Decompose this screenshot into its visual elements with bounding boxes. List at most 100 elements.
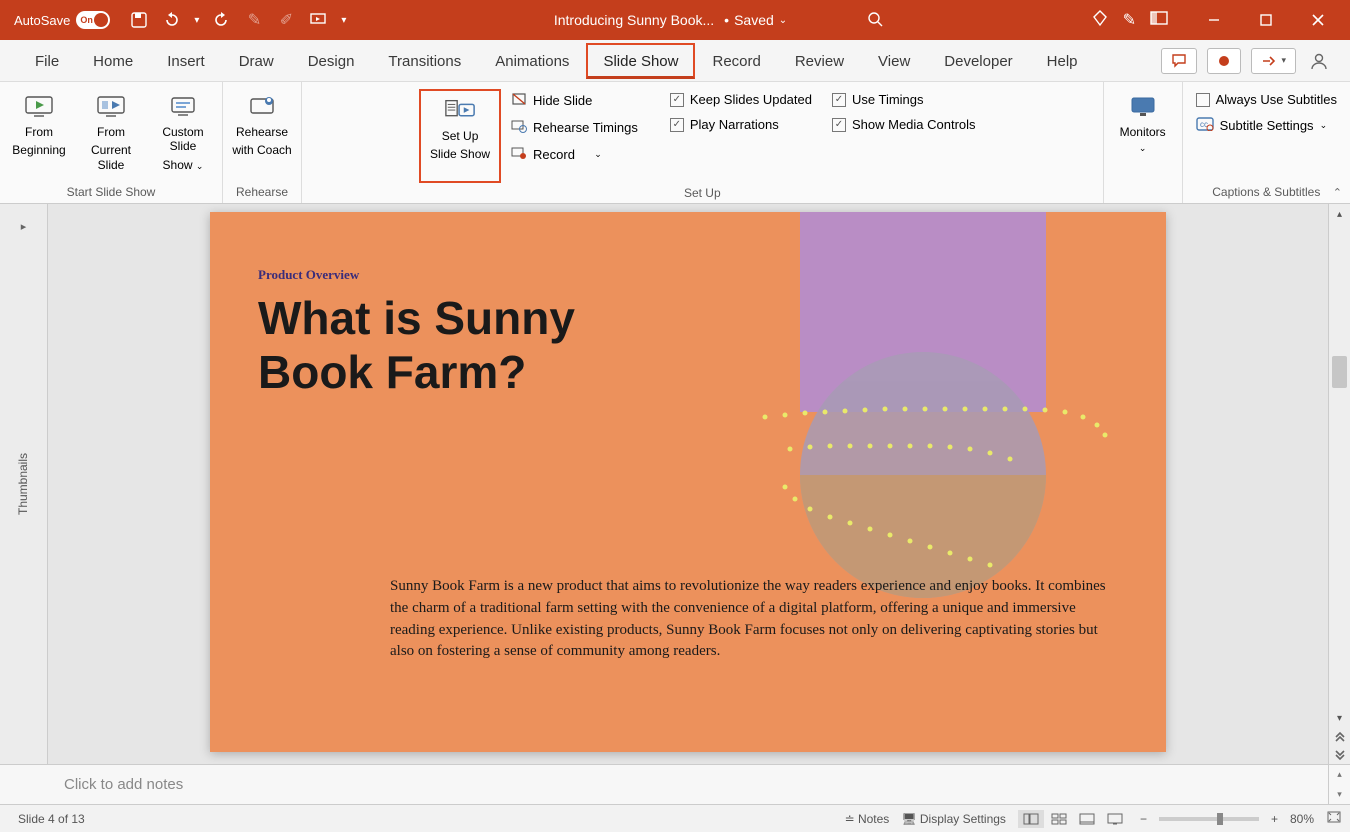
sorter-view-icon[interactable] xyxy=(1046,810,1072,828)
tab-view[interactable]: View xyxy=(861,43,927,79)
comments-button[interactable] xyxy=(1161,48,1197,74)
highlighter-icon[interactable]: ✐ xyxy=(277,11,295,29)
clock-icon xyxy=(511,119,527,136)
search-icon[interactable] xyxy=(867,11,883,30)
setup-slideshow-button[interactable]: Set UpSlide Show xyxy=(419,89,501,183)
custom-slideshow-button[interactable]: Custom SlideShow ⌄ xyxy=(147,89,219,176)
tab-review[interactable]: Review xyxy=(778,43,861,79)
redo-icon[interactable] xyxy=(213,11,231,29)
from-current-button[interactable]: FromCurrent Slide xyxy=(75,89,147,176)
use-timings-checkbox[interactable]: Use Timings xyxy=(828,89,980,110)
maximize-button[interactable] xyxy=(1244,0,1288,40)
account-icon[interactable] xyxy=(1306,48,1332,74)
save-icon[interactable] xyxy=(130,11,148,29)
hide-slide-icon xyxy=(511,92,527,109)
slide-canvas[interactable]: Product Overview What is SunnyBook Farm?… xyxy=(210,212,1166,752)
collapse-ribbon-icon[interactable]: ⌃ xyxy=(1333,186,1342,199)
chevron-down-icon: ⌄ xyxy=(196,161,204,171)
close-button[interactable] xyxy=(1296,0,1340,40)
undo-icon[interactable] xyxy=(162,11,180,29)
monitor-icon xyxy=(1127,93,1159,121)
tab-transitions[interactable]: Transitions xyxy=(371,43,478,79)
thumbnails-label: Thumbnails xyxy=(17,453,31,515)
present-icon[interactable] xyxy=(309,11,327,29)
next-slide-icon[interactable] xyxy=(1329,746,1350,764)
record-button[interactable] xyxy=(1207,48,1241,74)
from-beginning-button[interactable]: FromBeginning xyxy=(3,89,75,162)
thumbnails-pane[interactable]: ▸ Thumbnails xyxy=(0,204,48,764)
tab-draw[interactable]: Draw xyxy=(222,43,291,79)
notes-scrollbar[interactable]: ▴▾ xyxy=(1328,765,1350,804)
minimize-button[interactable] xyxy=(1192,0,1236,40)
tab-animations[interactable]: Animations xyxy=(478,43,586,79)
hide-slide-button[interactable]: Hide Slide xyxy=(507,89,642,112)
prev-slide-icon[interactable] xyxy=(1329,728,1350,746)
play-start-icon xyxy=(23,93,55,121)
tab-slide-show[interactable]: Slide Show xyxy=(586,43,695,79)
always-subtitles-checkbox[interactable]: Always Use Subtitles xyxy=(1192,89,1341,110)
rehearse-timings-button[interactable]: Rehearse Timings xyxy=(507,116,642,139)
window-mode-icon[interactable] xyxy=(1150,11,1168,30)
status-bar: Slide 4 of 13 ≐ Notes 🖥 Display Settings… xyxy=(0,804,1350,832)
notes-placeholder: Click to add notes xyxy=(0,776,183,793)
share-button[interactable]: ▾ xyxy=(1251,48,1296,74)
slide-title: What is SunnyBook Farm? xyxy=(258,292,575,400)
group-start-label: Start Slide Show xyxy=(67,182,156,203)
scroll-thumb[interactable] xyxy=(1332,356,1347,388)
fit-window-icon[interactable] xyxy=(1326,810,1342,827)
vertical-scrollbar[interactable]: ▴ ▾ xyxy=(1328,204,1350,764)
chevron-down-icon: ⌄ xyxy=(1139,143,1147,154)
show-media-checkbox[interactable]: Show Media Controls xyxy=(828,114,980,135)
slide-subtitle: Product Overview xyxy=(258,267,359,283)
play-narrations-checkbox[interactable]: Play Narrations xyxy=(666,114,816,135)
chevron-down-icon: ⌄ xyxy=(594,149,602,160)
normal-view-icon[interactable] xyxy=(1018,810,1044,828)
group-rehearse-label: Rehearse xyxy=(236,182,288,203)
record-icon xyxy=(511,146,527,163)
slide-body: Sunny Book Farm is a new product that ai… xyxy=(390,576,1106,663)
wand-icon[interactable]: ✎ xyxy=(1123,10,1136,30)
record-dropdown[interactable]: Record ⌄ xyxy=(507,143,642,166)
ribbon-tabs: File Home Insert Draw Design Transitions… xyxy=(0,40,1350,82)
autosave-toggle[interactable]: AutoSave On xyxy=(14,11,110,29)
undo-dropdown-icon[interactable]: ▾ xyxy=(194,15,199,26)
notes-pane[interactable]: Click to add notes ▴▾ xyxy=(0,764,1350,804)
monitors-button[interactable]: Monitors⌄ xyxy=(1107,89,1179,158)
title-bar: AutoSave On ▾ ✎ ✐ ▾ Introducing Sunny Bo… xyxy=(0,0,1350,40)
subtitle-settings-button[interactable]: ccSubtitle Settings ⌄ xyxy=(1192,114,1341,137)
zoom-slider[interactable] xyxy=(1159,817,1259,821)
scroll-up-icon[interactable]: ▴ xyxy=(1329,204,1350,224)
cc-icon: cc xyxy=(1196,117,1214,134)
tab-help[interactable]: Help xyxy=(1030,43,1095,79)
display-settings-button[interactable]: 🖥 Display Settings xyxy=(901,812,1006,826)
chevron-right-icon[interactable]: ▸ xyxy=(21,220,27,233)
reading-view-icon[interactable] xyxy=(1074,810,1100,828)
notes-toggle[interactable]: ≐ Notes xyxy=(845,812,890,826)
tab-insert[interactable]: Insert xyxy=(150,43,222,79)
mic-icon xyxy=(246,93,278,121)
tab-record[interactable]: Record xyxy=(695,43,777,79)
setup-icon xyxy=(444,97,476,125)
custom-show-icon xyxy=(167,93,199,121)
save-state[interactable]: • Saved ⌄ xyxy=(724,12,787,28)
tab-developer[interactable]: Developer xyxy=(927,43,1029,79)
rehearse-coach-button[interactable]: Rehearsewith Coach xyxy=(226,89,298,162)
diamond-icon[interactable] xyxy=(1091,9,1109,32)
play-current-icon xyxy=(95,93,127,121)
slide-counter: Slide 4 of 13 xyxy=(8,812,845,826)
slideshow-view-icon[interactable] xyxy=(1102,810,1128,828)
tab-home[interactable]: Home xyxy=(76,43,150,79)
pen-icon[interactable]: ✎ xyxy=(245,11,263,29)
scroll-down-icon[interactable]: ▾ xyxy=(1329,708,1350,728)
decorative-circle xyxy=(800,352,1046,598)
group-setup-label: Set Up xyxy=(684,183,721,204)
group-captions-label: Captions & Subtitles xyxy=(1212,182,1320,203)
zoom-out-button[interactable]: − xyxy=(1140,812,1147,826)
zoom-level[interactable]: 80% xyxy=(1290,812,1314,826)
chevron-down-icon: ⌄ xyxy=(1320,120,1328,131)
tab-file[interactable]: File xyxy=(18,43,76,79)
document-title: Introducing Sunny Book... xyxy=(554,12,714,28)
zoom-in-button[interactable]: + xyxy=(1271,812,1278,826)
tab-design[interactable]: Design xyxy=(291,43,372,79)
keep-updated-checkbox[interactable]: Keep Slides Updated xyxy=(666,89,816,110)
